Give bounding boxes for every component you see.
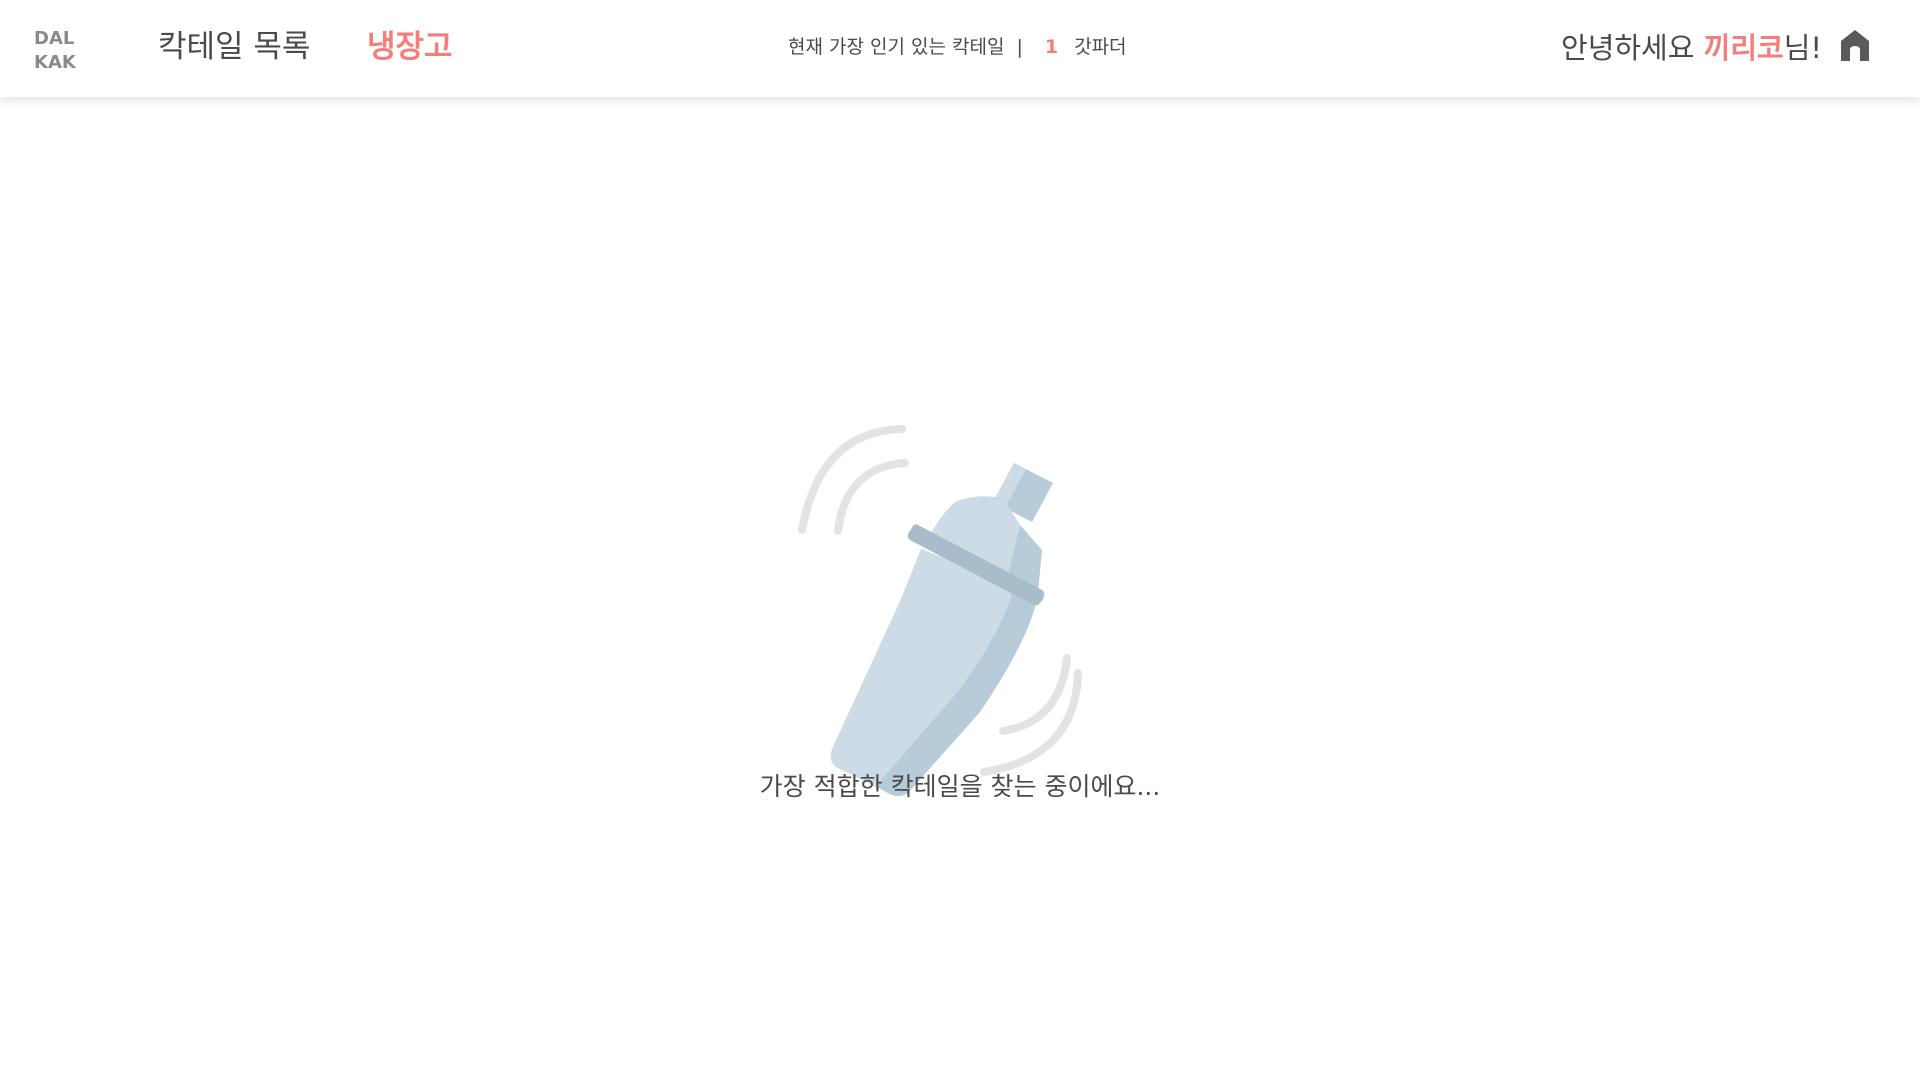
- popular-separator: |: [1016, 36, 1023, 58]
- logo-line-2: KAK: [34, 52, 76, 73]
- loading-animation: [780, 317, 1140, 797]
- loading-message: 가장 적합한 칵테일을 찾는 중이에요...: [759, 772, 1161, 801]
- shaker-body: [830, 463, 1053, 796]
- popular-cocktail-ticker: 현재 가장 인기 있는 칵테일 | 1 갓파더: [788, 33, 1127, 61]
- popular-cocktail-name[interactable]: 갓파더: [1074, 36, 1126, 58]
- motion-lines-top: [798, 425, 909, 535]
- nav-cocktail-list[interactable]: 칵테일 목록: [158, 27, 310, 67]
- logo[interactable]: DAL KAK: [34, 27, 94, 75]
- popular-rank: 1: [1044, 36, 1059, 58]
- greeting-username[interactable]: 끼리코: [1704, 31, 1784, 65]
- popular-label: 현재 가장 인기 있는 칵테일: [788, 36, 1005, 58]
- logo-line-1: DAL: [34, 28, 75, 49]
- home-button[interactable]: [1838, 28, 1872, 62]
- nav-fridge[interactable]: 냉장고: [367, 27, 453, 67]
- main-content: 가장 적합한 칵테일을 찾는 중이에요...: [0, 97, 1920, 1080]
- top-navigation-bar: DAL KAK 칵테일 목록 냉장고 현재 가장 인기 있는 칵테일 | 1 갓파더 …: [0, 0, 1920, 97]
- greeting-suffix: 님!: [1783, 31, 1822, 65]
- cocktail-shaker-icon: [798, 425, 1082, 796]
- home-icon: [1841, 30, 1869, 61]
- user-greeting: 안녕하세요 끼리코님!: [1561, 28, 1822, 68]
- greeting-prefix: 안녕하세요: [1561, 31, 1704, 65]
